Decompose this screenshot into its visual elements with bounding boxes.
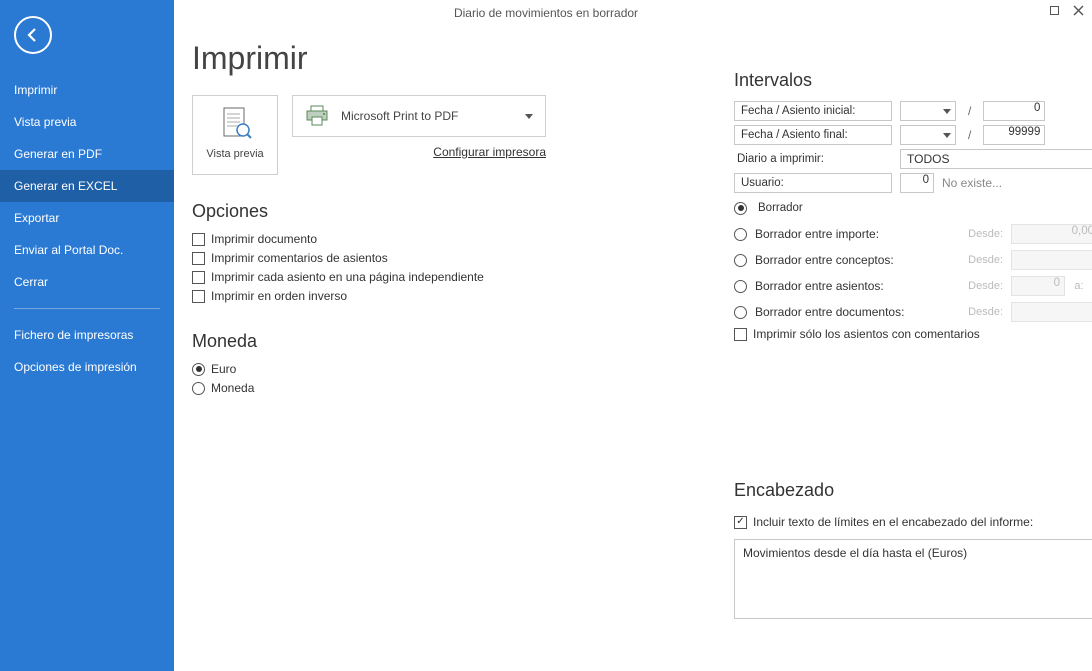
desde-label: Desde: bbox=[947, 280, 1003, 292]
checkbox-icon bbox=[192, 290, 205, 303]
desde-label: Desde: bbox=[947, 306, 1003, 318]
usuario-status: No existe... bbox=[942, 176, 1002, 190]
separator: / bbox=[968, 104, 971, 118]
fecha-final-dropdown[interactable] bbox=[900, 125, 956, 145]
document-preview-icon bbox=[218, 106, 252, 144]
sidebar-item-imprimir[interactable]: Imprimir bbox=[0, 74, 174, 106]
checkbox-label: Imprimir documento bbox=[211, 232, 317, 246]
documento-desde-input bbox=[1011, 302, 1092, 322]
checkbox-label: Imprimir en orden inverso bbox=[211, 289, 347, 303]
checkbox-label: Imprimir cada asiento en una página inde… bbox=[211, 270, 484, 284]
sidebar-separator bbox=[14, 308, 160, 309]
sidebar-item-label: Enviar al Portal Doc. bbox=[14, 243, 123, 257]
preview-label: Vista previa bbox=[206, 148, 263, 160]
sidebar-item-enviar-portal[interactable]: Enviar al Portal Doc. bbox=[0, 234, 174, 266]
checkbox-icon[interactable]: ✓ bbox=[734, 516, 747, 529]
solo-comentarios-label: Imprimir sólo los asientos con comentari… bbox=[753, 327, 980, 341]
back-button[interactable] bbox=[14, 16, 52, 54]
checkbox-icon bbox=[192, 271, 205, 284]
chevron-down-icon bbox=[943, 109, 951, 114]
radio-icon[interactable] bbox=[734, 254, 747, 267]
sidebar-item-fichero-impresoras[interactable]: Fichero de impresoras bbox=[0, 319, 174, 351]
borrador-documentos-option: Borrador entre documentos: bbox=[755, 305, 939, 319]
sidebar-item-label: Exportar bbox=[14, 211, 59, 225]
encabezado-text: Movimientos desde el día hasta el (Euros… bbox=[743, 546, 967, 560]
sidebar-item-vista-previa[interactable]: Vista previa bbox=[0, 106, 174, 138]
usuario-input[interactable]: 0 bbox=[900, 173, 934, 193]
radio-icon bbox=[192, 382, 205, 395]
sidebar-item-label: Cerrar bbox=[14, 275, 48, 289]
chevron-down-icon bbox=[943, 133, 951, 138]
separator: / bbox=[968, 128, 971, 142]
asiento-inicial-input[interactable]: 0 bbox=[983, 101, 1045, 121]
radio-label: Moneda bbox=[211, 381, 254, 395]
diario-value: TODOS bbox=[907, 152, 949, 166]
incluir-texto-label: Incluir texto de límites en el encabezad… bbox=[753, 515, 1033, 529]
usuario-label: Usuario: bbox=[734, 173, 892, 193]
printer-name: Microsoft Print to PDF bbox=[341, 109, 525, 123]
radio-icon bbox=[192, 363, 205, 376]
sidebar-item-opciones-impresion[interactable]: Opciones de impresión bbox=[0, 351, 174, 383]
fecha-inicial-label: Fecha / Asiento inicial: bbox=[734, 101, 892, 121]
borrador-asientos-option: Borrador entre asientos: bbox=[755, 279, 939, 293]
sidebar-item-cerrar[interactable]: Cerrar bbox=[0, 266, 174, 298]
fecha-final-label: Fecha / Asiento final: bbox=[734, 125, 892, 145]
sidebar-item-exportar[interactable]: Exportar bbox=[0, 202, 174, 234]
intervalos-heading: Intervalos bbox=[734, 70, 1092, 91]
desde-label: Desde: bbox=[947, 254, 1003, 266]
checkbox-icon[interactable] bbox=[734, 328, 747, 341]
a-label: a: bbox=[1073, 280, 1085, 292]
asiento-final-input[interactable]: 99999 bbox=[983, 125, 1045, 145]
borrador-conceptos-option: Borrador entre conceptos: bbox=[755, 253, 939, 267]
moneda-moneda[interactable]: Moneda bbox=[192, 381, 1080, 395]
sidebar-nav: Imprimir Vista previa Generar en PDF Gen… bbox=[0, 74, 174, 383]
radio-icon[interactable] bbox=[734, 202, 747, 215]
sidebar-item-label: Imprimir bbox=[14, 83, 57, 97]
checkbox-label: Imprimir comentarios de asientos bbox=[211, 251, 388, 265]
configure-printer-link[interactable]: Configurar impresora bbox=[292, 145, 546, 159]
diario-dropdown[interactable]: TODOS bbox=[900, 149, 1092, 169]
borrador-importe-option: Borrador entre importe: bbox=[755, 227, 939, 241]
desde-label: Desde: bbox=[947, 228, 1003, 240]
encabezado-heading: Encabezado bbox=[734, 480, 1092, 501]
concepto-desde-input bbox=[1011, 250, 1092, 270]
sidebar-item-generar-excel[interactable]: Generar en EXCEL bbox=[0, 170, 174, 202]
main-content: Imprimir Vista previa bbox=[174, 0, 1092, 671]
sidebar: Imprimir Vista previa Generar en PDF Gen… bbox=[0, 0, 174, 671]
sidebar-item-generar-pdf[interactable]: Generar en PDF bbox=[0, 138, 174, 170]
encabezado-section: Encabezado ✓ Incluir texto de límites en… bbox=[734, 480, 1092, 619]
diario-label: Diario a imprimir: bbox=[734, 153, 892, 165]
print-preview-button[interactable]: Vista previa bbox=[192, 95, 278, 175]
borrador-option: Borrador bbox=[755, 202, 885, 214]
checkbox-icon bbox=[192, 252, 205, 265]
radio-icon[interactable] bbox=[734, 306, 747, 319]
radio-icon[interactable] bbox=[734, 280, 747, 293]
sidebar-item-label: Opciones de impresión bbox=[14, 360, 137, 374]
radio-label: Euro bbox=[211, 362, 236, 376]
sidebar-item-label: Generar en EXCEL bbox=[14, 179, 117, 193]
sidebar-item-label: Fichero de impresoras bbox=[14, 328, 133, 342]
fecha-inicial-dropdown[interactable] bbox=[900, 101, 956, 121]
printer-icon bbox=[305, 105, 331, 127]
chevron-down-icon bbox=[525, 114, 533, 119]
sidebar-item-label: Generar en PDF bbox=[14, 147, 102, 161]
importe-desde-input: 0,00 bbox=[1011, 224, 1092, 244]
asiento-desde-input: 0 bbox=[1011, 276, 1065, 296]
sidebar-item-label: Vista previa bbox=[14, 115, 76, 129]
radio-icon[interactable] bbox=[734, 228, 747, 241]
moneda-euro[interactable]: Euro bbox=[192, 362, 1080, 376]
intervalos-section: Intervalos Fecha / Asiento inicial: / 0 … bbox=[734, 70, 1092, 346]
printer-dropdown[interactable]: Microsoft Print to PDF bbox=[292, 95, 546, 137]
checkbox-icon bbox=[192, 233, 205, 246]
encabezado-textarea[interactable]: Movimientos desde el día hasta el (Euros… bbox=[734, 539, 1092, 619]
